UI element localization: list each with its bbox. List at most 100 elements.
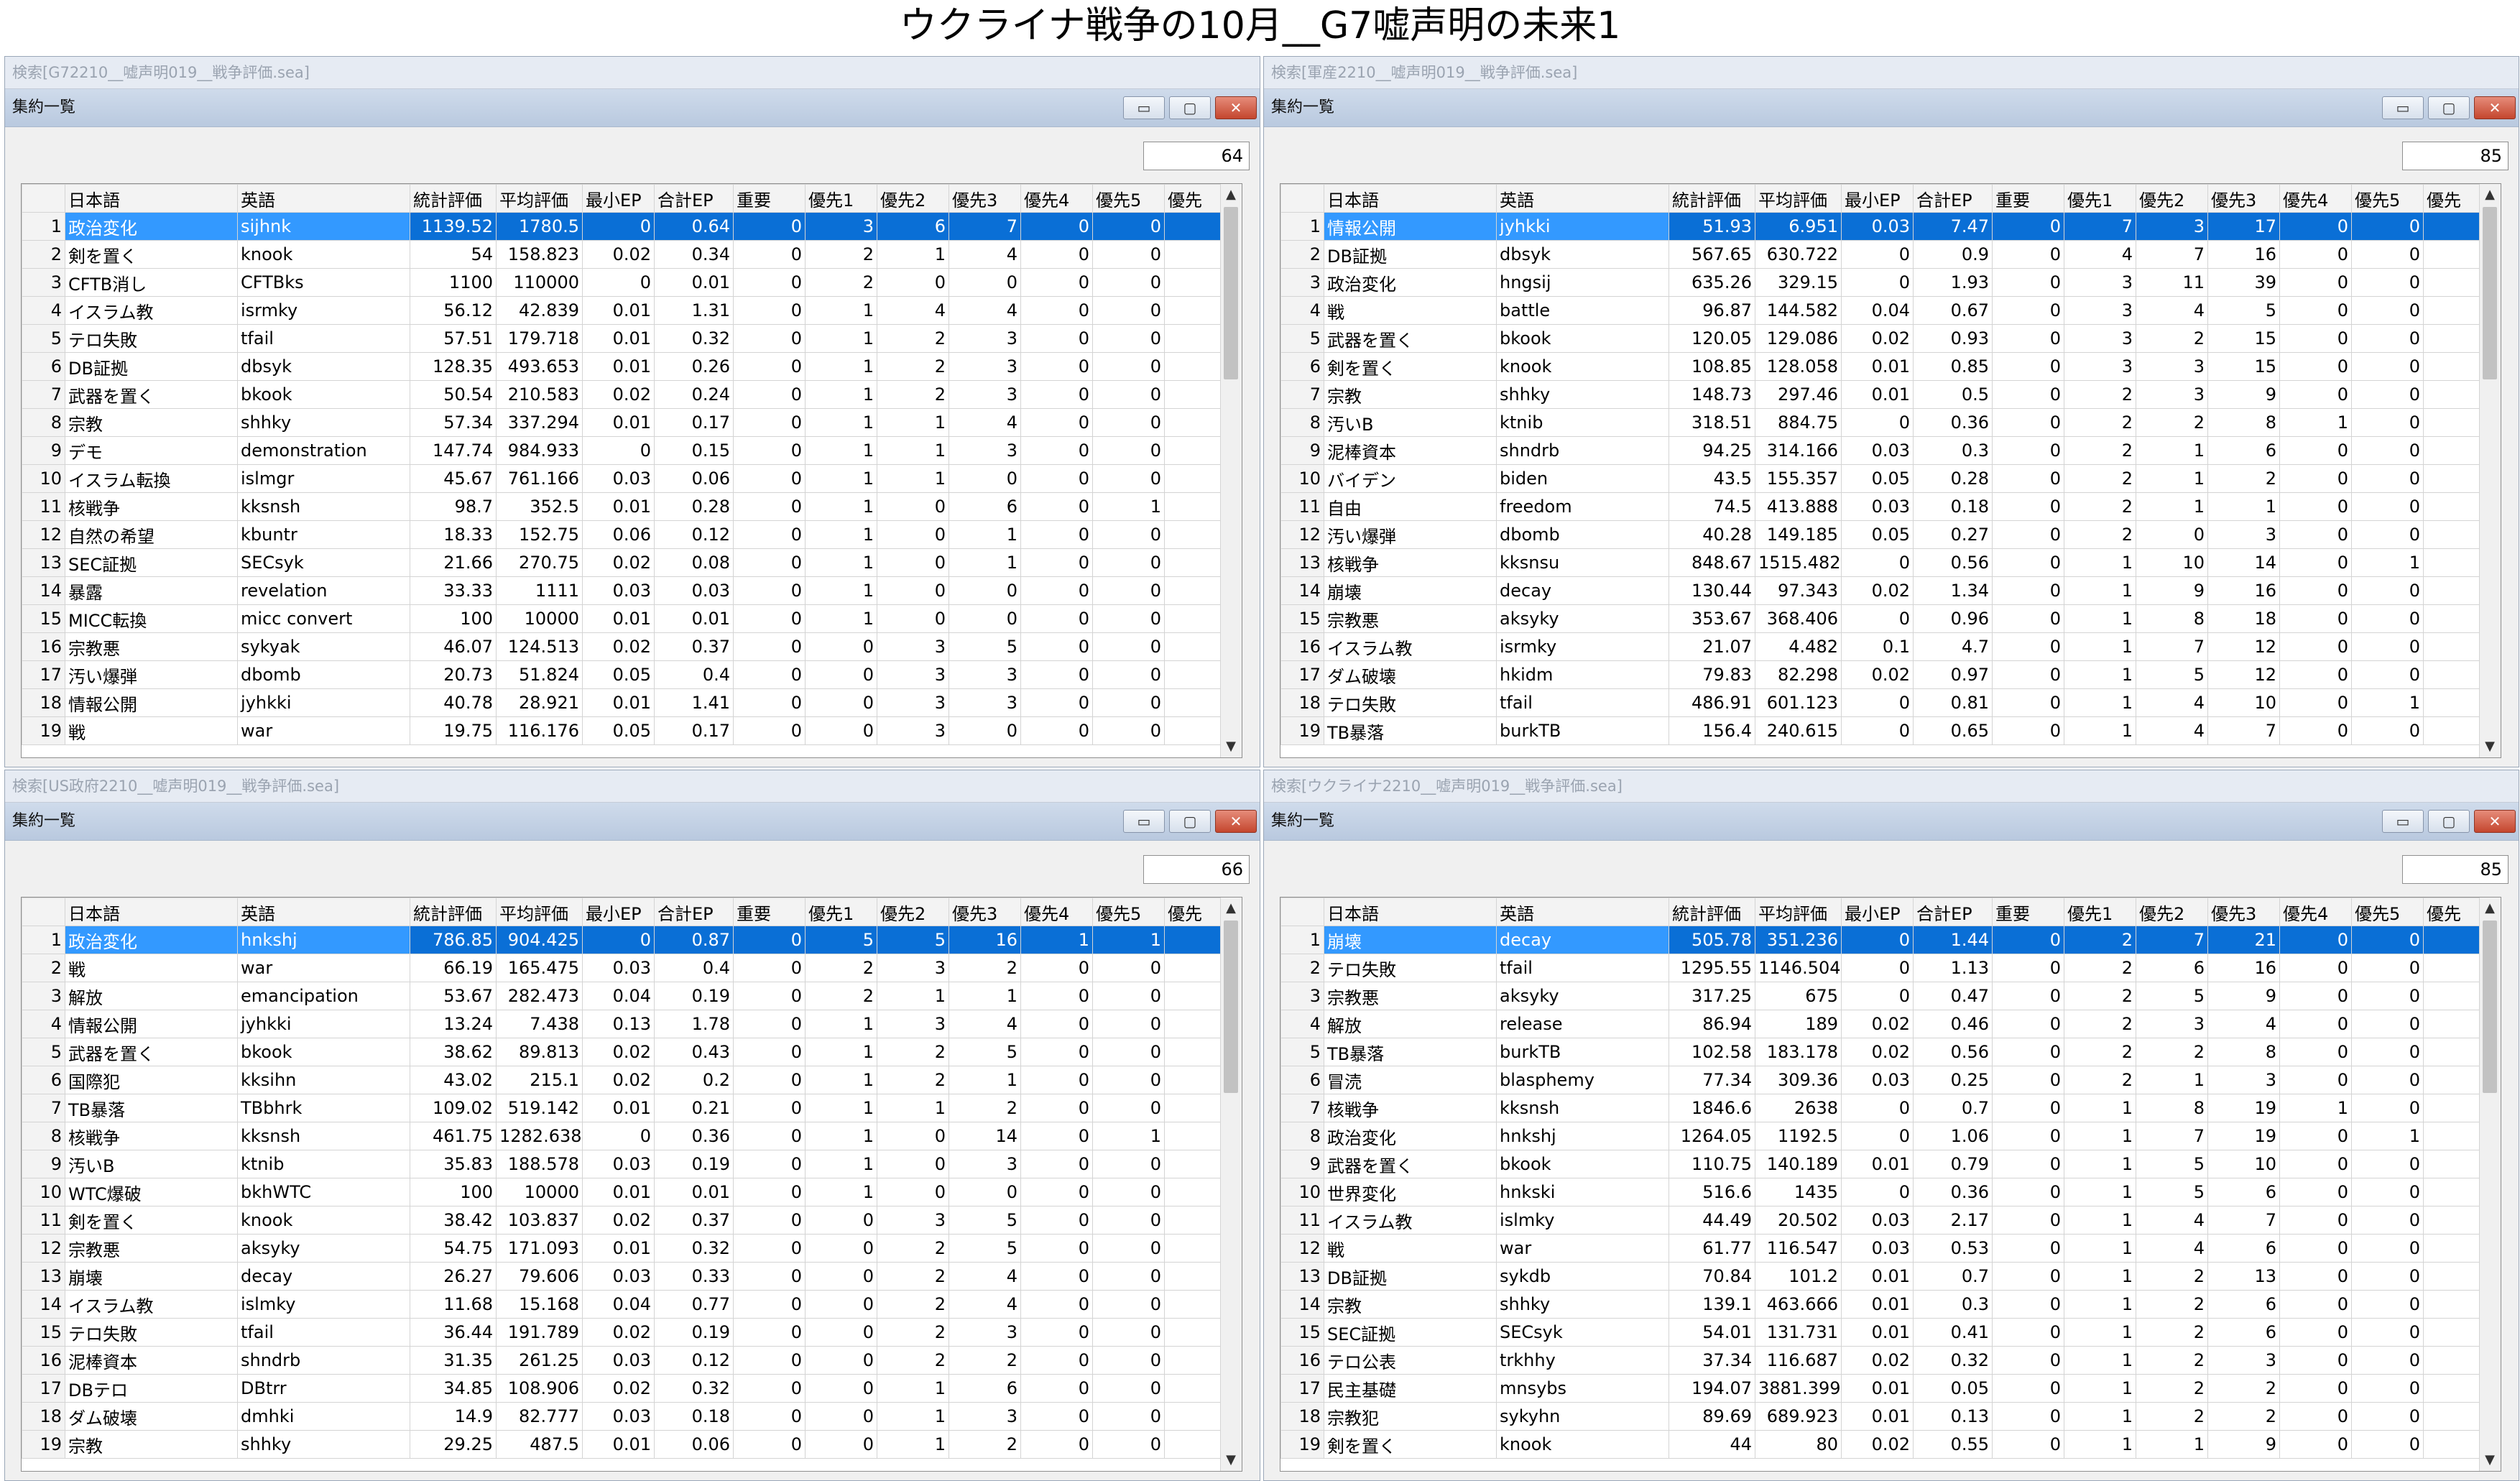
column-header[interactable]: 優先1 (805, 184, 877, 213)
scroll-thumb[interactable] (2483, 921, 2497, 1093)
column-header[interactable]: 平均評価 (496, 898, 583, 926)
column-header[interactable]: 日本語 (65, 898, 238, 926)
table-row[interactable]: 3 宗教悪 aksyky 317.25 675 0 0.47 0 2 5 9 0 0 (1280, 982, 2481, 1010)
column-header[interactable]: 優先4 (2279, 184, 2352, 213)
table-row[interactable]: 10 世界変化 hnkski 516.6 1435 0 0.36 0 1 5 6 0 0 (1280, 1178, 2481, 1207)
table-row[interactable]: 12 宗教悪 aksyky 54.75 171.093 0.01 0.32 0 0 2 5 0 0 (22, 1234, 1222, 1263)
table-row[interactable]: 4 解放 release 86.94 189 0.02 0.46 0 2 3 4 0 0 (1280, 1010, 2481, 1038)
table-row[interactable]: 11 イスラム教 islmky 44.49 20.502 0.03 2.17 0 1 4 7 0 0 (1280, 1206, 2481, 1235)
table-row[interactable]: 14 宗教 shhky 139.1 463.666 0.01 0.3 0 1 2 6 0 0 (1280, 1290, 2481, 1319)
column-header[interactable]: 優先3 (2207, 184, 2280, 213)
scroll-up-icon[interactable]: ▲ (1221, 898, 1241, 919)
table-row[interactable]: 18 テロ失敗 tfail 486.91 601.123 0 0.81 0 1 4 10 0 1 (1280, 688, 2481, 717)
table-row[interactable]: 7 宗教 shhky 148.73 297.46 0.01 0.5 0 2 3 9 0 0 (1280, 380, 2481, 409)
column-header[interactable]: 優先5 (2351, 898, 2424, 926)
table-row[interactable]: 9 デモ demonstration 147.74 984.933 0 0.15 0 1 1 3 0 0 (22, 436, 1222, 465)
close-button[interactable]: ✕ (2474, 810, 2516, 833)
close-button[interactable]: ✕ (2474, 96, 2516, 119)
table-row[interactable]: 15 MICC転換 micc convert 100 10000 0.01 0.01 0 1 0 0… (22, 604, 1222, 633)
table-row[interactable]: 6 剣を置く knook 108.85 128.058 0.01 0.85 0 3 3 15 0 0 (1280, 352, 2481, 381)
table-row[interactable]: 13 DB証拠 sykdb 70.84 101.2 0.01 0.7 0 1 2 13 0 0 (1280, 1262, 2481, 1291)
table-row[interactable]: 9 汚いB ktnib 35.83 188.578 0.03 0.19 0 1 0 3 0 0 (22, 1150, 1222, 1178)
table-row[interactable]: 1 崩壊 decay 505.78 351.236 0 1.44 0 2 7 21 0 0 (1280, 926, 2481, 954)
scroll-down-icon[interactable]: ▼ (1221, 1449, 1241, 1471)
table-row[interactable]: 18 宗教犯 sykyhn 89.69 689.923 0.01 0.13 0 1 2 2 0 0 (1280, 1402, 2481, 1431)
table-row[interactable]: 7 TB暴落 TBbhrk 109.02 519.142 0.01 0.21 0 1 1 2 0 0 (22, 1094, 1222, 1122)
column-header[interactable]: 合計EP (1913, 898, 1993, 926)
column-header[interactable]: 平均評価 (1755, 898, 1842, 926)
table-row[interactable]: 8 核戦争 kksnsh 461.75 1282.638 0 0.36 0 1 0 14 0 1 (22, 1122, 1222, 1150)
table-row[interactable]: 19 TB暴落 burkTB 156.4 240.615 0 0.65 0 1 4 7 0 0 (1280, 716, 2481, 745)
column-header[interactable]: 優先 (1164, 184, 1222, 213)
table-row[interactable]: 8 政治変化 hnkshj 1264.05 1192.5 0 1.06 0 1 7 19 0 1 (1280, 1122, 2481, 1150)
table-row[interactable]: 2 剣を置く knook 54 158.823 0.02 0.34 0 2 1 4 0 0 (22, 240, 1222, 269)
table-row[interactable]: 6 国際犯 kksihn 43.02 215.1 0.02 0.2 0 1 2 1 0 0 (22, 1066, 1222, 1094)
column-header[interactable]: 最小EP (582, 184, 655, 213)
table-row[interactable]: 4 情報公開 jyhkki 13.24 7.438 0.13 1.78 0 1 3 4 0 0 (22, 1010, 1222, 1038)
vertical-scrollbar[interactable]: ▲ ▼ (2479, 898, 2501, 1471)
table-row[interactable]: 6 冒涜 blasphemy 77.34 309.36 0.03 0.25 0 2 1 3 0 0 (1280, 1066, 2481, 1094)
table-row[interactable]: 9 武器を置く bkook 110.75 140.189 0.01 0.79 0 1 5 10 0 0 (1280, 1150, 2481, 1178)
table-row[interactable]: 12 自然の希望 kbuntr 18.33 152.75 0.06 0.12 0 1 0 1 0 0 (22, 520, 1222, 549)
summary-grid[interactable]: 日本語 英語 統計評価 平均評価 最小EP 合計EP 重要 優先1 優先2 優先3 優先4 優先5 優先… (1280, 183, 2501, 758)
scroll-down-icon[interactable]: ▼ (1221, 736, 1241, 757)
vertical-scrollbar[interactable]: ▲ ▼ (2479, 184, 2501, 757)
table-row[interactable]: 5 武器を置く bkook 120.05 129.086 0.02 0.93 0 3 2 15 0 0 (1280, 324, 2481, 353)
column-header[interactable]: 優先5 (1092, 898, 1165, 926)
table-row[interactable]: 9 泥棒資本 shndrb 94.25 314.166 0.03 0.3 0 2 1 6 0 0 (1280, 436, 2481, 465)
column-header[interactable]: 優先5 (1092, 184, 1165, 213)
table-row[interactable]: 10 イスラム転換 islmgr 45.67 761.166 0.03 0.06 0 1 1 0 0 0 (22, 464, 1222, 493)
table-row[interactable]: 3 解放 emancipation 53.67 282.473 0.04 0.19 0 2 1 1 0… (22, 982, 1222, 1010)
column-header[interactable]: 英語 (237, 898, 410, 926)
table-row[interactable]: 15 宗教悪 aksyky 353.67 368.406 0 0.96 0 1 8 18 0 0 (1280, 604, 2481, 633)
table-row[interactable]: 11 剣を置く knook 38.42 103.837 0.02 0.37 0 0 3 5 0 0 (22, 1206, 1222, 1235)
table-row[interactable]: 17 DBテロ DBtrr 34.85 108.906 0.02 0.32 0 0 1 6 0 0 (22, 1374, 1222, 1403)
column-header[interactable]: 重要 (733, 898, 806, 926)
table-row[interactable]: 5 テロ失敗 tfail 57.51 179.718 0.01 0.32 0 1 2 3 0 0 (22, 324, 1222, 353)
column-header[interactable]: 優先2 (877, 898, 949, 926)
column-header[interactable]: 優先5 (2351, 184, 2424, 213)
table-row[interactable]: 16 イスラム教 isrmky 21.07 4.482 0.1 4.7 0 1 7 12 0 0 (1280, 632, 2481, 661)
table-row[interactable]: 3 CFTB消し CFTBks 1100 110000 0 0.01 0 2 0 0 0 0 (22, 268, 1222, 297)
table-row[interactable]: 17 ダム破壊 hkidm 79.83 82.298 0.02 0.97 0 1 5 12 0 0 (1280, 660, 2481, 689)
table-row[interactable]: 19 宗教 shhky 29.25 487.5 0.01 0.06 0 0 1 2 0 0 (22, 1430, 1222, 1459)
table-row[interactable]: 12 汚い爆弾 dbomb 40.28 149.185 0.05 0.27 0 2 0 3 0 0 (1280, 520, 2481, 549)
scroll-thumb[interactable] (1224, 921, 1238, 1093)
table-row[interactable]: 7 武器を置く bkook 50.54 210.583 0.02 0.24 0 1 2 3 0 0 (22, 380, 1222, 409)
scroll-thumb[interactable] (2483, 207, 2497, 379)
maximize-button[interactable]: ▢ (2428, 96, 2470, 119)
scroll-up-icon[interactable]: ▲ (1221, 184, 1241, 206)
table-row[interactable]: 16 宗教悪 sykyak 46.07 124.513 0.02 0.37 0 0 3 5 0 0 (22, 632, 1222, 661)
minimize-button[interactable]: ▭ (1123, 810, 1165, 833)
column-header[interactable]: 英語 (237, 184, 410, 213)
table-row[interactable]: 4 戦 battle 96.87 144.582 0.04 0.67 0 3 4 5 0 0 (1280, 296, 2481, 325)
summary-grid[interactable]: 日本語 英語 統計評価 平均評価 最小EP 合計EP 重要 優先1 優先2 優先3 優先4 優先5 優先… (21, 897, 1242, 1472)
column-header[interactable]: 統計評価 (1669, 184, 1755, 213)
scroll-down-icon[interactable]: ▼ (2480, 1449, 2500, 1471)
table-row[interactable]: 1 政治変化 hnkshj 786.85 904.425 0 0.87 0 5 5 16 1 1 (22, 926, 1222, 954)
scroll-thumb[interactable] (1224, 207, 1238, 379)
table-row[interactable]: 13 核戦争 kksnsu 848.67 1515.482 0 0.56 0 1 10 14 0 1 (1280, 548, 2481, 577)
column-header[interactable]: 統計評価 (1669, 898, 1755, 926)
maximize-button[interactable]: ▢ (1169, 96, 1211, 119)
column-header[interactable]: 優先2 (2136, 898, 2208, 926)
table-row[interactable]: 15 SEC証拠 SECsyk 54.01 131.731 0.01 0.41 0 1 2 6 0 0 (1280, 1318, 2481, 1347)
table-row[interactable]: 14 イスラム教 islmky 11.68 15.168 0.04 0.77 0 0 2 4 0 0 (22, 1290, 1222, 1319)
table-row[interactable]: 7 核戦争 kksnsh 1846.6 2638 0 0.7 0 1 8 19 1 0 (1280, 1094, 2481, 1122)
column-header[interactable]: 優先 (2423, 184, 2481, 213)
column-header[interactable]: 優先 (1164, 898, 1222, 926)
column-header[interactable]: 統計評価 (410, 898, 497, 926)
scroll-down-icon[interactable]: ▼ (2480, 736, 2500, 757)
column-header[interactable]: 最小EP (1841, 898, 1914, 926)
table-row[interactable]: 16 泥棒資本 shndrb 31.35 261.25 0.03 0.12 0 0 2 2 0 0 (22, 1346, 1222, 1375)
scroll-up-icon[interactable]: ▲ (2480, 184, 2500, 206)
table-row[interactable]: 18 ダム破壊 dmhki 14.9 82.777 0.03 0.18 0 0 1 3 0 0 (22, 1402, 1222, 1431)
column-header[interactable]: 重要 (1992, 898, 2064, 926)
table-row[interactable]: 17 汚い爆弾 dbomb 20.73 51.824 0.05 0.4 0 0 3 3 0 0 (22, 660, 1222, 689)
summary-grid[interactable]: 日本語 英語 統計評価 平均評価 最小EP 合計EP 重要 優先1 優先2 優先3 優先4 優先5 優先… (21, 183, 1242, 758)
maximize-button[interactable]: ▢ (1169, 810, 1211, 833)
table-row[interactable]: 13 崩壊 decay 26.27 79.606 0.03 0.33 0 0 2 4 0 0 (22, 1262, 1222, 1291)
table-row[interactable]: 11 自由 freedom 74.5 413.888 0.03 0.18 0 2 1 1 0 0 (1280, 492, 2481, 521)
table-row[interactable]: 12 戦 war 61.77 116.547 0.03 0.53 0 1 4 6 0 0 (1280, 1234, 2481, 1263)
column-header[interactable]: 英語 (1496, 898, 1669, 926)
